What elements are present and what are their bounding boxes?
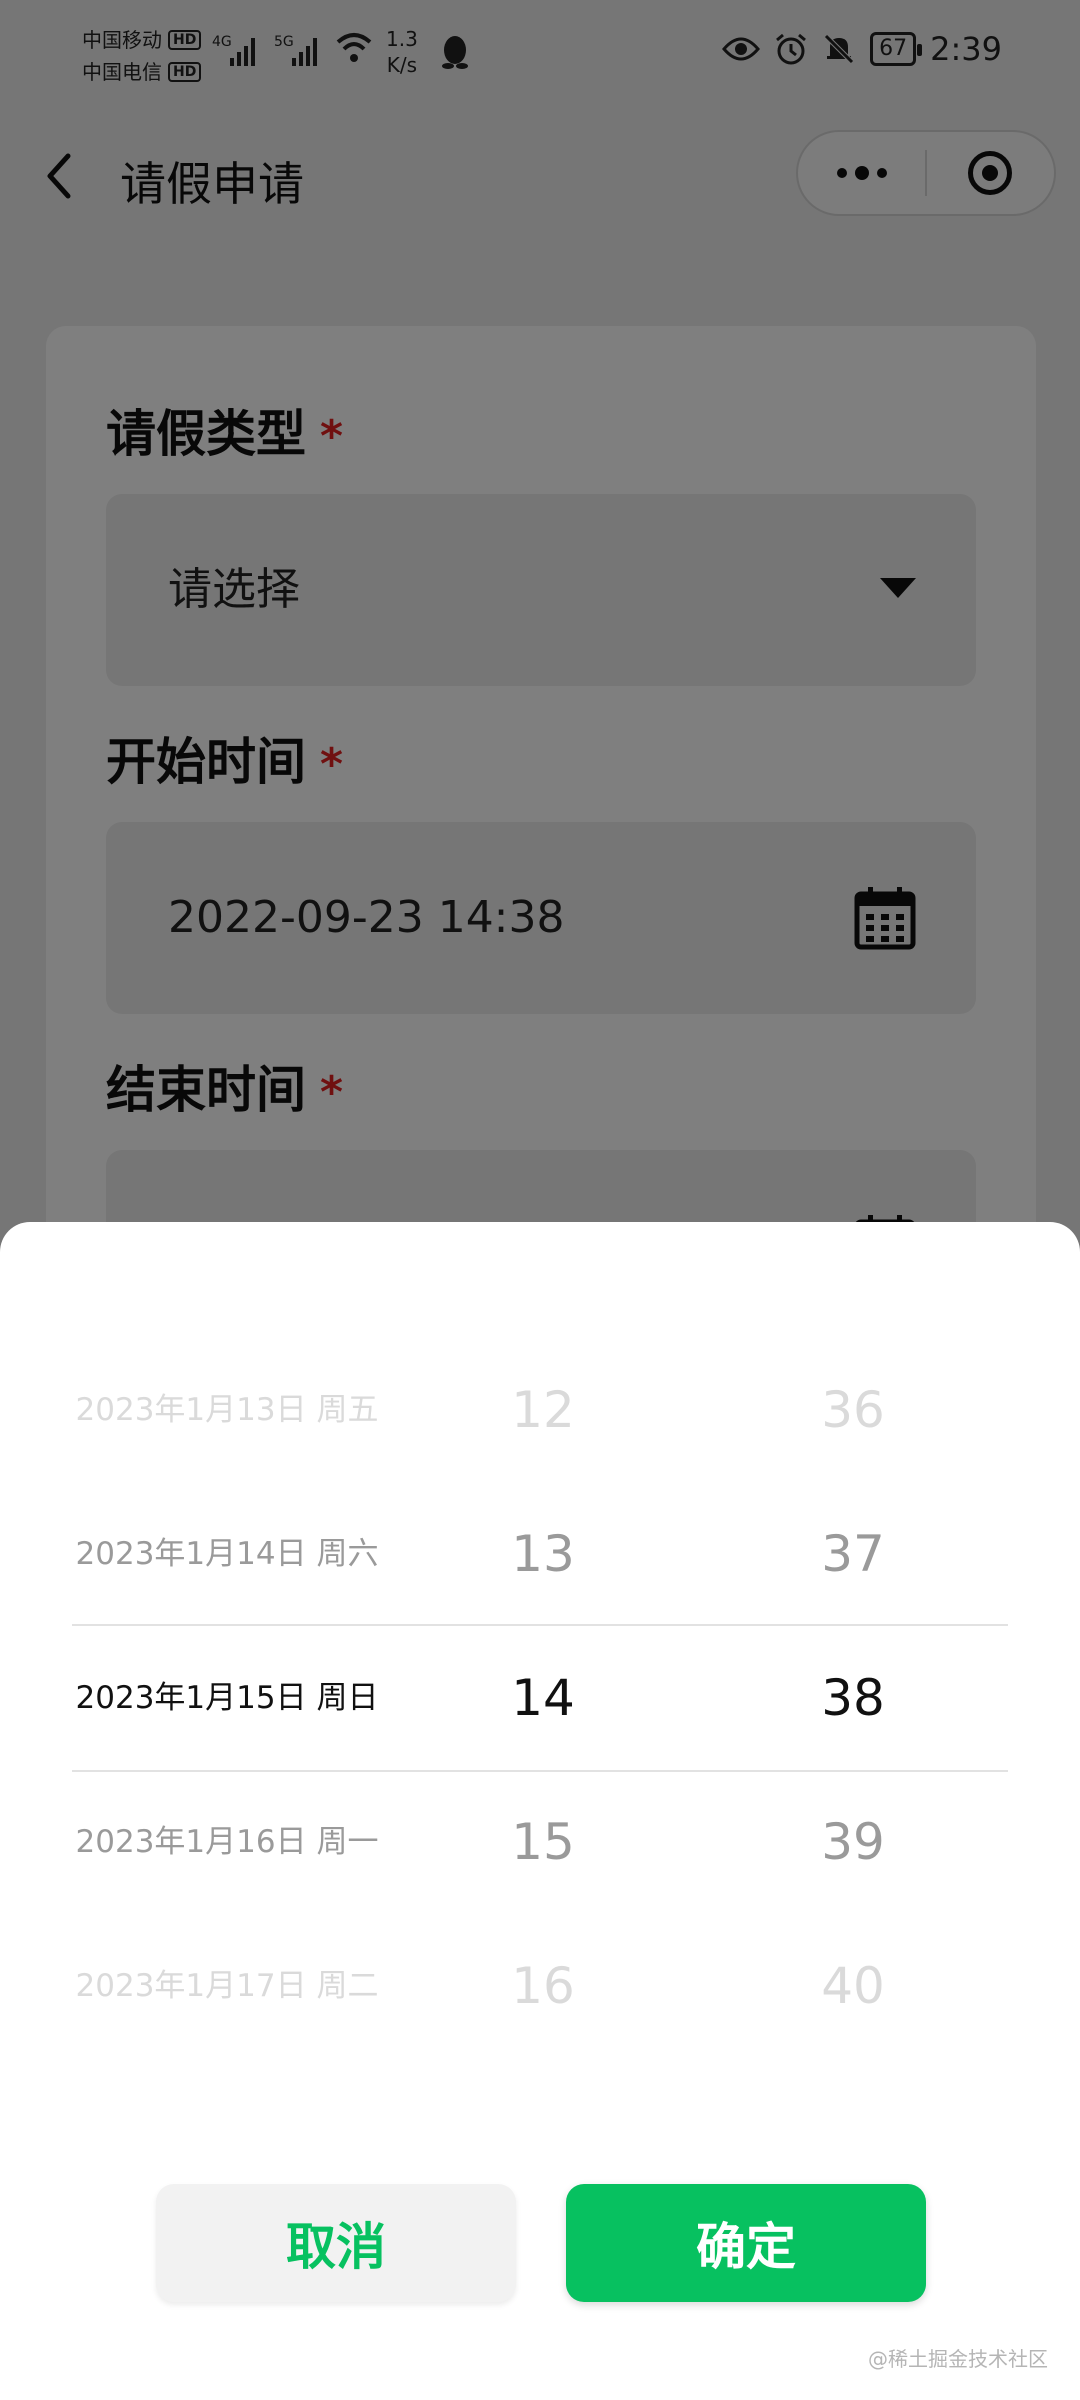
picker-hour[interactable]: 13 <box>440 1482 646 1626</box>
picker-minute[interactable]: 39 <box>750 1770 956 1914</box>
picker-date[interactable]: 2023年1月16日 周一 <box>72 1770 382 1914</box>
picker-hour-selected[interactable]: 14 <box>440 1626 646 1770</box>
picker-date[interactable]: 2023年1月13日 周五 <box>72 1338 382 1482</box>
datetime-picker[interactable]: 2023年1月13日 周五 12 36 2023年1月14日 周六 13 37 … <box>0 1338 1080 2058</box>
picker-row: 2023年1月14日 周六 13 37 <box>0 1482 1080 1626</box>
datetime-picker-sheet: 2023年1月13日 周五 12 36 2023年1月14日 周六 13 37 … <box>0 1222 1080 2400</box>
picker-hour[interactable]: 12 <box>440 1338 646 1482</box>
picker-hour[interactable]: 15 <box>440 1770 646 1914</box>
picker-row: 2023年1月16日 周一 15 39 <box>0 1770 1080 1914</box>
picker-row: 2023年1月13日 周五 12 36 <box>0 1338 1080 1482</box>
picker-row-selected: 2023年1月15日 周日 14 38 <box>0 1626 1080 1770</box>
picker-minute[interactable]: 36 <box>750 1338 956 1482</box>
cancel-button[interactable]: 取消 <box>156 2184 516 2302</box>
confirm-button[interactable]: 确定 <box>566 2184 926 2302</box>
picker-date[interactable]: 2023年1月14日 周六 <box>72 1482 382 1626</box>
picker-minute-selected[interactable]: 38 <box>750 1626 956 1770</box>
picker-date-selected[interactable]: 2023年1月15日 周日 <box>72 1626 382 1770</box>
picker-row: 2023年1月17日 周二 16 40 <box>0 1914 1080 2058</box>
picker-minute[interactable]: 40 <box>750 1914 956 2058</box>
picker-minute[interactable]: 37 <box>750 1482 956 1626</box>
watermark: @稀土掘金技术社区 <box>868 2347 1048 2371</box>
picker-date[interactable]: 2023年1月17日 周二 <box>72 1914 382 2058</box>
picker-hour[interactable]: 16 <box>440 1914 646 2058</box>
